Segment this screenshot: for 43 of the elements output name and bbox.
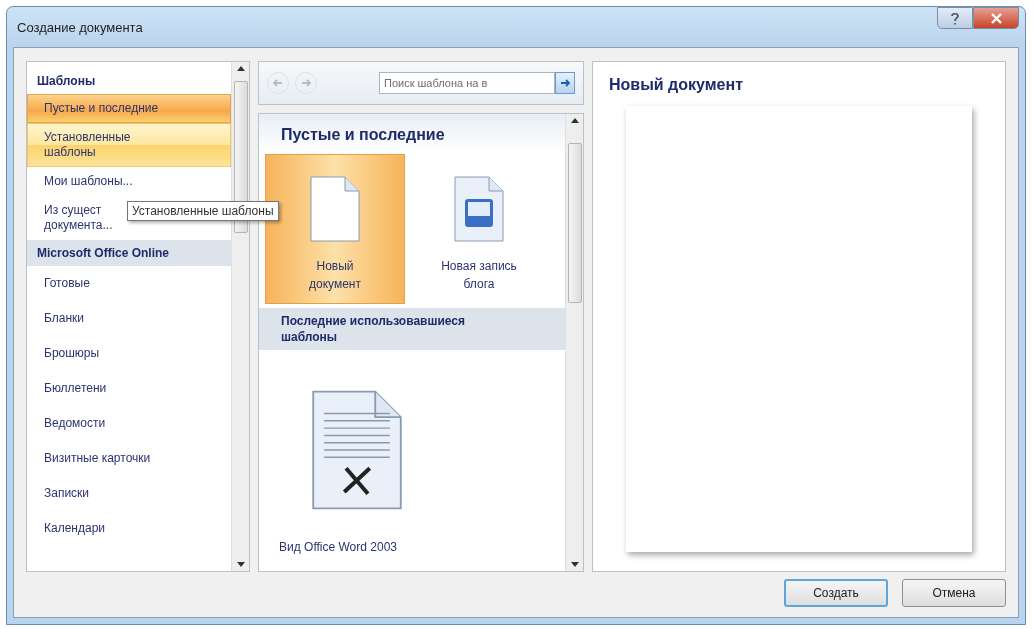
- category-item[interactable]: Из сущест документа...: [27, 196, 118, 240]
- document-icon: [309, 175, 361, 243]
- category-item[interactable]: Календари: [27, 511, 123, 546]
- scroll-down-arrow[interactable]: [236, 562, 245, 567]
- category-item[interactable]: Записки: [27, 476, 107, 511]
- category-item[interactable]: Ведомости: [27, 406, 123, 441]
- category-item[interactable]: Пустые и последние: [27, 94, 231, 123]
- category-item[interactable]: Готовые: [27, 266, 107, 301]
- scrollbar[interactable]: [565, 114, 583, 571]
- dialog-button[interactable]: Отмена: [902, 579, 1006, 607]
- scroll-thumb[interactable]: [567, 143, 582, 303]
- search-go-button[interactable]: [555, 72, 575, 94]
- back-arrow-icon: [272, 77, 284, 89]
- tile-label: Вид Office Word 2003: [279, 539, 397, 556]
- search-field[interactable]: Поиск шаблона на в: [379, 72, 555, 94]
- help-button[interactable]: [937, 7, 973, 29]
- forward-arrow-icon: [300, 77, 312, 89]
- preview-title: Новый документ: [608, 75, 744, 95]
- document-icon: [309, 388, 405, 512]
- close-icon: [990, 12, 1002, 24]
- category-item[interactable]: Установленные шаблоны: [27, 123, 231, 167]
- category-item[interactable]: Брошюры: [27, 336, 117, 371]
- document-icon: [453, 175, 505, 243]
- scroll-up-arrow[interactable]: [570, 118, 579, 123]
- tooltip: Установленные шаблоны: [127, 201, 279, 221]
- template-tile[interactable]: Новая запись блога: [409, 154, 549, 304]
- dialog-button[interactable]: Создать: [784, 579, 888, 607]
- section-header: Microsoft Office Online: [27, 240, 231, 266]
- help-icon: [950, 11, 960, 25]
- tile-label: Новый документ: [309, 258, 361, 293]
- arrow-icon: [559, 77, 571, 89]
- gallery-title: Пустые и последние: [280, 125, 446, 145]
- category-item[interactable]: Бюллетени: [27, 371, 124, 406]
- close-button[interactable]: [973, 7, 1019, 29]
- scroll-up-arrow[interactable]: [236, 66, 245, 71]
- section-header: Последние использовавшиеся шаблоны: [259, 308, 565, 350]
- category-item[interactable]: Мои шаблоны...: [27, 167, 138, 196]
- section-header: Шаблоны: [36, 73, 97, 90]
- window-title: Создание документа: [16, 19, 143, 35]
- scroll-down-arrow[interactable]: [570, 562, 579, 567]
- category-item[interactable]: Визитные карточки: [27, 441, 168, 476]
- tile-label: Новая запись блога: [441, 258, 517, 293]
- category-item[interactable]: Бланки: [27, 301, 101, 336]
